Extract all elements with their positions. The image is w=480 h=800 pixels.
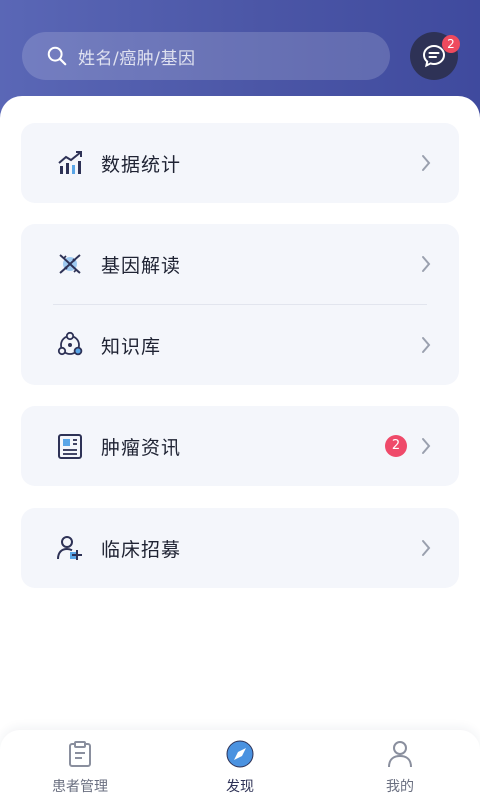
tab-discover[interactable]: 发现 [160,730,320,800]
card-statistics: 数据统计 [21,123,459,203]
chevron-right-icon [422,155,431,171]
menu-item-recruit[interactable]: 临床招募 [21,508,459,588]
main-content: 数据统计 基因解读 知识库 肿瘤资讯 2 临床招募 [0,96,480,800]
card-gene-knowledge: 基因解读 知识库 [21,224,459,385]
chart-growth-icon [58,151,82,174]
chevron-right-icon [422,256,431,272]
bottom-tab-bar: 患者管理 发现 我的 [0,730,480,800]
chevron-right-icon [422,540,431,556]
chevron-right-icon [422,438,431,454]
menu-item-gene[interactable]: 基因解读 [21,224,459,304]
dna-icon [59,254,81,274]
menu-item-knowledge[interactable]: 知识库 [21,305,459,385]
card-recruit: 临床招募 [21,508,459,588]
menu-label-gene: 基因解读 [101,254,182,277]
person-icon [388,741,412,768]
messages-badge: 2 [442,35,460,53]
menu-label-news: 肿瘤资讯 [101,436,182,459]
tab-patient-management[interactable]: 患者管理 [0,730,160,800]
tab-label-discover: 发现 [226,779,254,795]
newspaper-icon [58,434,82,459]
news-badge: 2 [385,435,407,457]
menu-label-knowledge: 知识库 [101,335,162,358]
menu-label-statistics: 数据统计 [101,153,182,176]
tab-label-patient-management: 患者管理 [52,779,108,795]
search-input[interactable]: 姓名/癌肿/基因 [22,32,390,80]
card-news: 肿瘤资讯 2 [21,406,459,486]
menu-item-statistics[interactable]: 数据统计 [21,123,459,203]
knowledge-network-icon [57,331,83,356]
menu-label-recruit: 临床招募 [101,538,182,561]
search-icon [47,46,67,66]
tab-label-mine: 我的 [386,779,414,795]
search-placeholder: 姓名/癌肿/基因 [78,48,196,69]
chevron-right-icon [422,337,431,353]
tab-mine[interactable]: 我的 [320,730,480,800]
compass-icon [226,740,254,768]
clipboard-icon [69,741,91,767]
messages-button[interactable]: 2 [410,32,460,80]
add-user-icon [57,536,82,560]
menu-item-news[interactable]: 肿瘤资讯 2 [21,406,459,486]
